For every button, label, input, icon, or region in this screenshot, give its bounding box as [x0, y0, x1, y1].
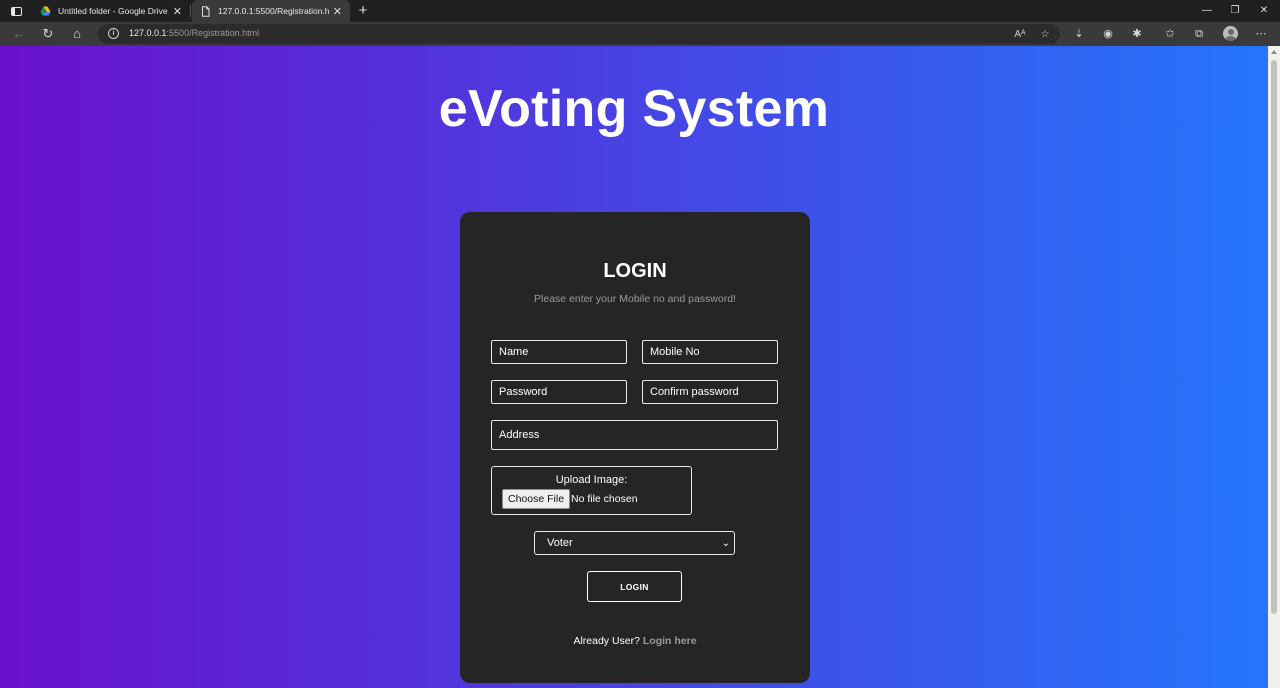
- login-card: LOGIN Please enter your Mobile no and pa…: [460, 212, 810, 683]
- url-text: 127.0.0.1:5500/Registration.html: [129, 28, 260, 38]
- scroll-up-arrow-icon[interactable]: [1271, 50, 1277, 54]
- restore-icon[interactable]: ❐: [1220, 0, 1250, 22]
- scrollbar-thumb[interactable]: [1271, 60, 1277, 614]
- login-here-link[interactable]: Login here: [643, 635, 697, 647]
- page-title: eVoting System: [438, 80, 830, 138]
- card-title: LOGIN: [603, 260, 667, 282]
- collections-icon[interactable]: ⧉: [1190, 25, 1208, 43]
- confirm-password-field[interactable]: [642, 380, 778, 404]
- chevron-down-icon: ⌄: [721, 538, 730, 549]
- tab-title: 127.0.0.1:5500/Registration.html: [218, 6, 329, 16]
- browser-tab-bar: Untitled folder - Google Drive ✕ 127.0.0…: [0, 0, 1280, 22]
- role-selected-value: Voter: [547, 537, 573, 549]
- back-icon[interactable]: ←: [9, 24, 29, 44]
- more-menu-icon[interactable]: ⋯: [1252, 25, 1270, 43]
- extension-download-icon[interactable]: ⇣: [1070, 25, 1088, 43]
- name-field[interactable]: [491, 340, 627, 364]
- tab-registration[interactable]: 127.0.0.1:5500/Registration.html ✕: [192, 0, 350, 22]
- browser-toolbar: ← ↻ ⌂ i 127.0.0.1:5500/Registration.html…: [0, 22, 1280, 46]
- read-aloud-icon[interactable]: Aᴬ: [1012, 27, 1028, 43]
- close-window-icon[interactable]: ✕: [1249, 0, 1279, 22]
- choose-file-button[interactable]: Choose File: [502, 489, 571, 509]
- already-user-prompt: Already User?: [573, 635, 640, 647]
- already-user-text: Already User? Login here: [460, 635, 810, 647]
- login-button[interactable]: LOGIN: [587, 571, 682, 602]
- extension-cookie-icon[interactable]: ◉: [1099, 25, 1117, 43]
- document-icon: [200, 5, 211, 17]
- refresh-icon[interactable]: ↻: [38, 24, 58, 44]
- address-bar[interactable]: i 127.0.0.1:5500/Registration.html Aᴬ ☆: [98, 24, 1060, 44]
- favorites-icon[interactable]: ✩: [1161, 25, 1179, 43]
- role-select[interactable]: Voter ⌄: [534, 531, 735, 555]
- card-subtitle: Please enter your Mobile no and password…: [534, 293, 736, 305]
- file-status: No file chosen: [571, 493, 638, 505]
- site-info-icon[interactable]: i: [108, 28, 119, 39]
- address-field[interactable]: [491, 420, 778, 450]
- tab-google-drive[interactable]: Untitled folder - Google Drive ✕: [32, 0, 190, 22]
- close-tab-icon[interactable]: ✕: [173, 5, 182, 18]
- favorite-add-icon[interactable]: ☆: [1037, 27, 1053, 43]
- tab-divider: [190, 5, 191, 17]
- mobile-field[interactable]: [642, 340, 778, 364]
- tab-title: Untitled folder - Google Drive: [58, 6, 168, 16]
- new-tab-button[interactable]: +: [355, 1, 371, 21]
- tab-actions-icon[interactable]: [4, 2, 28, 20]
- upload-label: Upload Image:: [555, 474, 628, 486]
- minimize-icon[interactable]: —: [1192, 0, 1222, 22]
- google-drive-icon: [40, 6, 51, 17]
- password-field[interactable]: [491, 380, 627, 404]
- close-tab-icon[interactable]: ✕: [333, 5, 342, 18]
- profile-avatar-icon[interactable]: [1223, 26, 1238, 41]
- image-upload-box: Upload Image: Choose File No file chosen: [491, 466, 692, 515]
- home-icon[interactable]: ⌂: [67, 24, 87, 44]
- page-scrollbar[interactable]: [1268, 46, 1280, 688]
- extensions-icon[interactable]: ✱: [1128, 25, 1146, 43]
- page-viewport: eVoting System LOGIN Please enter your M…: [0, 46, 1268, 688]
